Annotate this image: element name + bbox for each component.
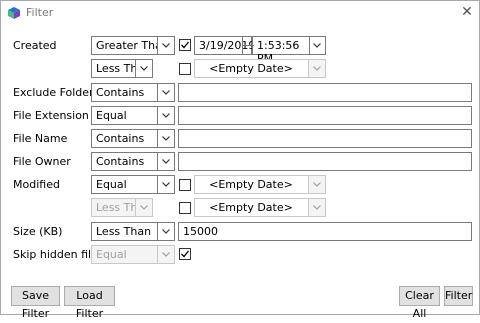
size-value: 15000 — [183, 225, 218, 238]
chevron-down-icon[interactable] — [157, 153, 174, 170]
checkmark-icon — [181, 250, 189, 258]
exclude-folders-input[interactable] — [178, 83, 472, 102]
close-icon[interactable]: ✕ — [461, 4, 473, 20]
chevron-down-icon[interactable] — [157, 130, 174, 147]
chevron-down-icon[interactable] — [135, 60, 152, 77]
chevron-down-icon[interactable] — [157, 37, 174, 54]
load-filter-button[interactable]: Load Filter — [64, 286, 115, 320]
modified-date-2-field[interactable]: <Empty Date> — [194, 198, 326, 217]
created-date-2-value: <Empty Date> — [209, 62, 293, 75]
modified-date-2-value: <Empty Date> — [209, 201, 293, 214]
modified-operator-1-select[interactable]: Equal — [91, 175, 175, 194]
created-label: Created — [13, 39, 57, 52]
file-owner-operator-value: Contains — [96, 155, 145, 168]
filter-dialog: Filter ✕ Created Greater Than 3/19/2019 … — [0, 0, 480, 320]
exclude-folders-operator-value: Contains — [96, 86, 145, 99]
chevron-down-icon[interactable] — [157, 223, 174, 240]
chevron-down-icon[interactable] — [157, 176, 174, 193]
close-button[interactable]: ✕ — [459, 4, 475, 20]
window-title: Filter — [26, 6, 54, 19]
chevron-down-icon[interactable] — [157, 84, 174, 101]
created-date-2-field[interactable]: <Empty Date> — [194, 59, 326, 78]
created-operator-2-select[interactable]: Less Than — [91, 59, 153, 78]
skip-hidden-operator-value: Equal — [96, 248, 127, 261]
title-bar: Filter ✕ — [1, 1, 479, 25]
file-name-input[interactable] — [178, 129, 472, 148]
checkmark-icon — [181, 41, 189, 49]
modified-operator-2-select[interactable]: Less Than — [91, 198, 153, 217]
size-operator-value: Less Than — [96, 225, 152, 238]
clear-all-button[interactable]: Clear All — [399, 286, 440, 320]
chevron-down-icon[interactable] — [313, 43, 321, 48]
modified-date-1-field[interactable]: <Empty Date> — [194, 175, 326, 194]
skip-hidden-operator-select[interactable]: Equal — [91, 245, 175, 264]
chevron-down-icon[interactable] — [308, 199, 325, 216]
file-extension-operator-select[interactable]: Equal — [91, 106, 175, 125]
file-extension-label: File Extension — [13, 109, 89, 122]
size-input[interactable]: 15000 — [178, 222, 472, 241]
spin-up-button[interactable] — [243, 37, 254, 46]
file-extension-input[interactable] — [178, 106, 472, 125]
created-operator-1-select[interactable]: Greater Than — [91, 36, 175, 55]
file-extension-operator-value: Equal — [96, 109, 127, 122]
created-time-1-field[interactable]: 1:53:56 PM — [252, 36, 310, 65]
chevron-down-icon[interactable] — [157, 107, 174, 124]
modified-date-2-checkbox[interactable] — [179, 202, 191, 214]
file-owner-operator-select[interactable]: Contains — [91, 152, 175, 171]
size-label: Size (KB) — [13, 225, 63, 238]
file-name-label: File Name — [13, 132, 68, 145]
exclude-folders-operator-select[interactable]: Contains — [91, 83, 175, 102]
chevron-down-icon[interactable] — [135, 199, 152, 216]
file-name-operator-select[interactable]: Contains — [91, 129, 175, 148]
spin-down-button[interactable] — [243, 46, 254, 54]
created-date-1-checkbox[interactable] — [179, 39, 191, 51]
file-owner-label: File Owner — [13, 155, 71, 168]
file-name-operator-value: Contains — [96, 132, 145, 145]
chevron-down-icon[interactable] — [308, 60, 325, 77]
skip-hidden-checkbox[interactable] — [179, 248, 191, 260]
modified-date-1-checkbox[interactable] — [179, 179, 191, 191]
chevron-down-icon[interactable] — [157, 246, 174, 263]
modified-date-1-value: <Empty Date> — [209, 178, 293, 191]
modified-operator-1-value: Equal — [96, 178, 127, 191]
created-date-2-checkbox[interactable] — [179, 63, 191, 75]
modified-label: Modified — [13, 178, 60, 191]
save-filter-button[interactable]: Save Filter — [11, 286, 60, 320]
size-operator-select[interactable]: Less Than — [91, 222, 175, 241]
created-date-1-spinner[interactable] — [242, 37, 254, 54]
chevron-down-icon[interactable] — [308, 176, 325, 193]
created-date-1-dropdown-button[interactable] — [310, 36, 326, 55]
filter-button[interactable]: Filter — [444, 286, 473, 306]
app-logo-icon — [8, 7, 20, 19]
file-owner-input[interactable] — [178, 152, 472, 171]
